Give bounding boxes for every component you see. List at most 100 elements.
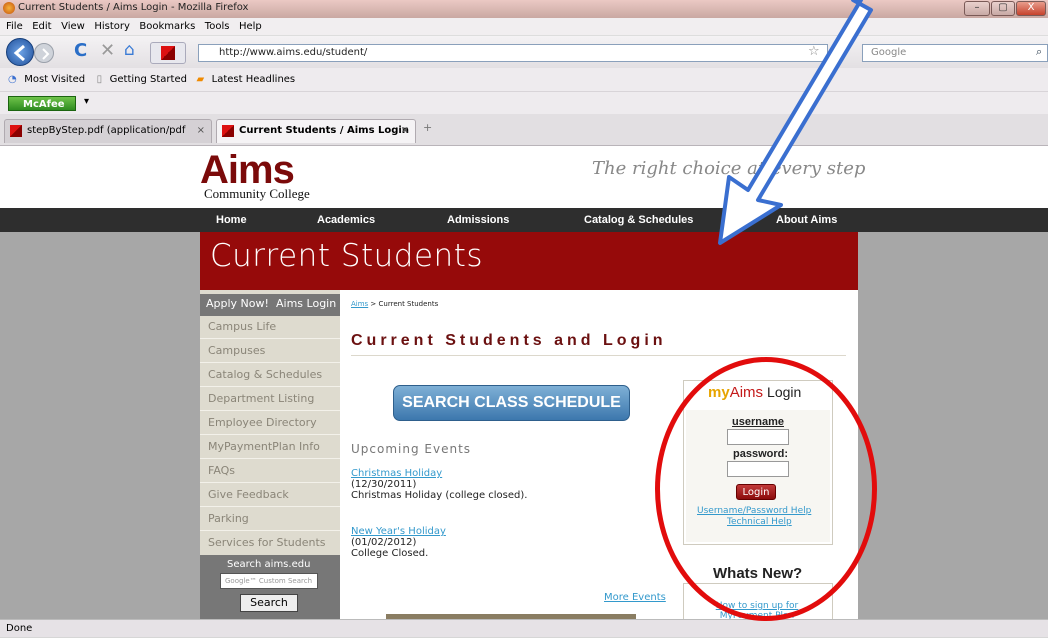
site-search-button[interactable]: Search xyxy=(240,594,298,612)
site-search-label: Search aims.edu xyxy=(227,559,311,570)
aims-favicon xyxy=(161,46,175,60)
breadcrumb: Aims > Current Students xyxy=(351,300,438,308)
bookmarks-toolbar: ◔ Most Visited ▯ Getting Started ▰ Lates… xyxy=(0,68,1048,92)
forward-button[interactable] xyxy=(34,43,54,63)
event-date: (12/30/2011) xyxy=(351,479,417,490)
menu-bar: File Edit View History Bookmarks Tools H… xyxy=(0,18,1048,36)
divider xyxy=(200,458,340,459)
sidebar-top-links: Apply Now! Aims Login xyxy=(200,294,340,316)
nav-home[interactable]: Home xyxy=(216,214,247,226)
addon-toolbar xyxy=(0,92,1048,114)
bookmark-latest-headlines[interactable]: Latest Headlines xyxy=(212,68,296,92)
sidebar-item-faqs[interactable]: FAQs xyxy=(208,464,235,477)
divider xyxy=(200,434,340,435)
event-item: Christmas Holiday (12/30/2011) Christmas… xyxy=(351,468,527,501)
nav-catalog-schedules[interactable]: Catalog & Schedules xyxy=(584,214,693,226)
back-arrow-icon xyxy=(13,44,25,62)
nav-admissions[interactable]: Admissions xyxy=(447,214,509,226)
sidebar-item-employee-directory[interactable]: Employee Directory xyxy=(208,416,317,429)
site-search-box: Search aims.edu Google™ Custom Search Se… xyxy=(200,555,340,619)
tab-stepbystep[interactable]: stepByStep.pdf (application/pdf Ob... × xyxy=(4,119,212,158)
sidebar-item-parking[interactable]: Parking xyxy=(208,512,249,525)
nav-about-aims[interactable]: About Aims xyxy=(776,214,837,226)
aims-logo[interactable]: Aims Community College xyxy=(200,148,310,204)
status-bar: Done xyxy=(0,619,1048,637)
page-banner: Current Students xyxy=(200,232,858,290)
search-class-schedule-button[interactable]: SEARCH CLASS SCHEDULE xyxy=(393,385,630,421)
divider xyxy=(200,410,340,411)
menu-tools[interactable]: Tools xyxy=(205,18,230,36)
divider xyxy=(200,362,340,363)
divider xyxy=(200,506,340,507)
aims-login-link[interactable]: Aims Login xyxy=(276,297,336,310)
pdf-icon xyxy=(10,125,22,137)
search-bar[interactable]: Google xyxy=(862,44,1048,62)
close-button[interactable]: X xyxy=(1016,1,1046,16)
event-link[interactable]: Christmas Holiday xyxy=(351,468,527,479)
tab-close-icon[interactable]: × xyxy=(401,120,409,142)
site-identity-button[interactable] xyxy=(150,42,186,64)
bookmark-star-icon[interactable]: ☆ xyxy=(808,44,820,59)
most-visited-icon: ◔ xyxy=(8,74,17,85)
banner-title: Current Students xyxy=(210,238,484,274)
new-tab-button[interactable]: + xyxy=(423,121,432,134)
tab-current-students[interactable]: Current Students / Aims Login × xyxy=(216,119,416,143)
main-nav xyxy=(0,208,1048,232)
event-description: Christmas Holiday (college closed). xyxy=(351,490,528,501)
reload-icon[interactable]: C xyxy=(74,40,87,61)
page-title: Current Students and Login xyxy=(351,332,667,349)
event-description: College Closed. xyxy=(351,548,429,559)
search-icon[interactable]: ⌕ xyxy=(1036,45,1042,59)
highlight-ellipse xyxy=(655,357,877,621)
breadcrumb-home-link[interactable]: Aims xyxy=(351,300,368,308)
sidebar-item-services[interactable]: Services for Students xyxy=(208,536,326,549)
sidebar-item-campus-life[interactable]: Campus Life xyxy=(208,320,276,333)
sidebar-item-mypaymentplan[interactable]: MyPaymentPlan Info xyxy=(208,440,320,453)
divider xyxy=(200,530,340,531)
sidebar-item-department-listing[interactable]: Department Listing xyxy=(208,392,314,405)
logo-subtext: Community College xyxy=(204,186,310,201)
menu-bookmarks[interactable]: Bookmarks xyxy=(139,18,195,36)
tagline: The right choice at every step xyxy=(592,158,866,179)
menu-help[interactable]: Help xyxy=(239,18,262,36)
url-bar[interactable]: http://www.aims.edu/student/ xyxy=(198,44,828,62)
rss-icon: ▰ xyxy=(196,74,205,85)
tab-label: Current Students / Aims Login xyxy=(239,125,409,136)
title-underline xyxy=(351,355,846,356)
apply-now-link[interactable]: Apply Now! xyxy=(206,297,269,310)
aims-favicon xyxy=(222,125,234,137)
sidebar-item-campuses[interactable]: Campuses xyxy=(208,344,265,357)
page-icon: ▯ xyxy=(96,74,103,85)
site-header xyxy=(0,146,1048,208)
breadcrumb-current: > Current Students xyxy=(368,300,439,308)
bookmark-most-visited[interactable]: Most Visited xyxy=(24,68,85,92)
back-button[interactable] xyxy=(6,38,34,66)
event-link[interactable]: New Year's Holiday xyxy=(351,526,446,537)
menu-file[interactable]: File xyxy=(6,18,23,36)
menu-edit[interactable]: Edit xyxy=(32,18,51,36)
home-icon[interactable]: ⌂ xyxy=(124,40,135,60)
sidebar-item-catalog[interactable]: Catalog & Schedules xyxy=(208,368,322,381)
minimize-button[interactable]: – xyxy=(964,1,990,16)
divider xyxy=(200,338,340,339)
mcafee-button[interactable]: McAfee xyxy=(8,96,76,111)
maximize-button[interactable]: ▢ xyxy=(991,1,1015,16)
chevron-down-icon[interactable]: ▾ xyxy=(84,96,89,107)
divider xyxy=(200,386,340,387)
divider xyxy=(200,482,340,483)
nav-academics[interactable]: Academics xyxy=(317,214,375,226)
bookmark-getting-started[interactable]: Getting Started xyxy=(110,68,187,92)
window-title: Current Students / Aims Login - Mozilla … xyxy=(18,2,249,13)
site-search-input[interactable]: Google™ Custom Search xyxy=(220,573,318,589)
stop-icon[interactable]: ✕ xyxy=(100,40,115,61)
more-events-link[interactable]: More Events xyxy=(604,592,666,603)
forward-arrow-icon xyxy=(42,48,50,60)
menu-view[interactable]: View xyxy=(61,18,85,36)
window-titlebar: Current Students / Aims Login - Mozilla … xyxy=(0,0,1048,18)
event-date: (01/02/2012) xyxy=(351,537,417,548)
tab-close-icon[interactable]: × xyxy=(197,120,205,142)
menu-history[interactable]: History xyxy=(94,18,130,36)
events-heading: Upcoming Events xyxy=(351,442,472,456)
event-item: New Year's Holiday (01/02/2012) College … xyxy=(351,526,446,559)
sidebar-item-give-feedback[interactable]: Give Feedback xyxy=(208,488,289,501)
